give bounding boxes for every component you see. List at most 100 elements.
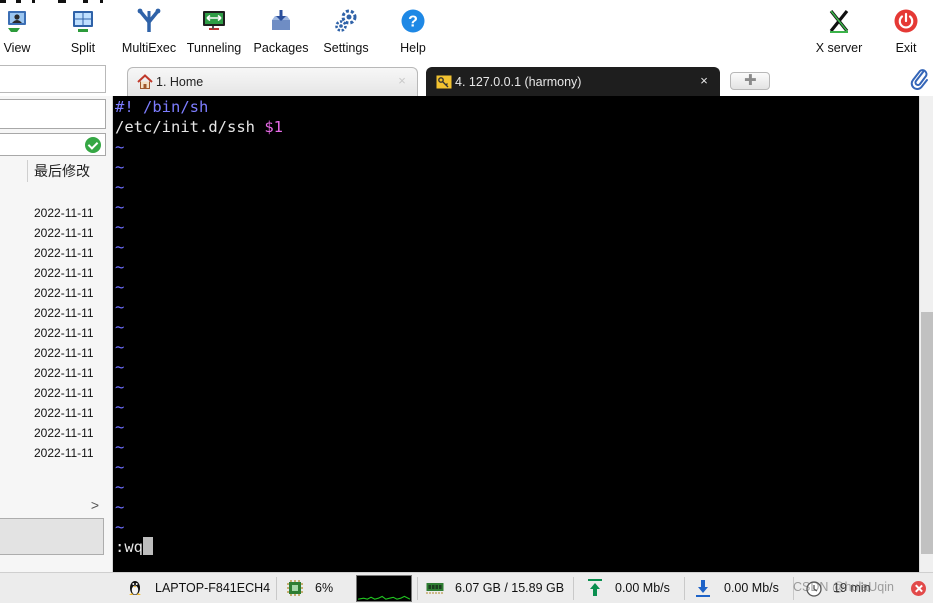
terminal-command-line[interactable]: :wq [115, 537, 153, 557]
linux-tux-icon [129, 581, 141, 595]
tilde-line: ~ [115, 178, 125, 196]
file-date-row[interactable]: 2022-11-11 [34, 343, 94, 363]
tab-home-label: 1. Home [156, 75, 204, 89]
status-separator [276, 577, 277, 600]
main-toolbar: View Split MultiExec Tunneling Packages … [0, 0, 933, 64]
tilde-line: ~ [115, 238, 125, 256]
file-date-row[interactable]: 2022-11-11 [34, 363, 94, 383]
memory-ram-icon [426, 583, 444, 594]
terminal-line-command: /etc/init.d/ssh $1 [115, 117, 283, 137]
packages-label: Packages [253, 41, 309, 55]
help-button[interactable]: ? Help [394, 8, 432, 60]
tab-home[interactable]: 1. Home × [127, 67, 418, 96]
shebang-text: #! /bin/sh [115, 98, 209, 116]
gears-icon [335, 9, 357, 32]
cpu-usage-graph [356, 575, 412, 602]
tilde-line: ~ [115, 358, 125, 376]
sftp-path-field[interactable] [0, 99, 106, 129]
column-divider [27, 160, 28, 182]
status-bar: LAPTOP-F841ECH4 6% 6.07 GB / 15.89 GB 0.… [0, 572, 933, 603]
tunneling-icon [203, 11, 225, 30]
x-server-icon [829, 10, 849, 33]
split-icon [73, 11, 93, 32]
tilde-line: ~ [115, 318, 125, 336]
tilde-line: ~ [115, 418, 125, 436]
new-tab-button[interactable]: ✚ [730, 72, 770, 90]
sidebar-action-button[interactable] [0, 518, 104, 555]
exit-button[interactable]: Exit [889, 8, 923, 60]
scroll-right-icon[interactable]: > [91, 497, 99, 513]
tilde-line: ~ [115, 158, 125, 176]
hostname-text: LAPTOP-F841ECH4 [155, 581, 271, 595]
file-date-row[interactable]: 2022-11-11 [34, 263, 94, 283]
file-date-row[interactable]: 2022-11-11 [34, 383, 94, 403]
tilde-line: ~ [115, 198, 125, 216]
tilde-line: ~ [115, 298, 125, 316]
view-label: View [3, 41, 31, 55]
x-server-label: X server [815, 41, 863, 55]
title-remnant [0, 0, 110, 4]
file-date-row[interactable]: 2022-11-11 [34, 423, 94, 443]
multiexec-button[interactable]: MultiExec [120, 8, 178, 60]
file-date-row[interactable]: 2022-11-11 [34, 303, 94, 323]
view-icon [8, 11, 26, 32]
x-server-button[interactable]: X server [810, 8, 868, 60]
horizontal-scrollbar[interactable]: > [0, 497, 105, 517]
download-rate-text: 0.00 Mb/s [724, 581, 779, 595]
scrollbar-thumb[interactable] [921, 312, 933, 554]
tilde-line: ~ [115, 338, 125, 356]
help-label: Help [400, 41, 426, 55]
file-date-row[interactable]: 2022-11-11 [34, 283, 94, 303]
tunneling-label: Tunneling [186, 41, 242, 55]
check-icon[interactable] [85, 137, 101, 153]
svg-text:?: ? [408, 14, 418, 31]
terminal-view[interactable]: #! /bin/sh /etc/init.d/ssh $1 ~ ~ ~ ~ ~ ~ ~ ~ ~ ~… [113, 96, 919, 572]
file-date-row[interactable]: 2022-11-11 [34, 403, 94, 423]
file-date-row[interactable]: 2022-11-11 [34, 203, 94, 223]
settings-button[interactable]: Settings [318, 8, 374, 60]
multiexec-fork-icon [137, 8, 161, 32]
download-arrow-icon [696, 580, 710, 597]
column-header-last-modified[interactable]: 最后修改 [34, 161, 90, 181]
text-cursor [143, 537, 153, 555]
exit-label: Exit [895, 41, 917, 55]
tab-ssh-close-icon[interactable]: × [697, 73, 711, 88]
plus-icon: ✚ [744, 72, 757, 89]
tilde-line: ~ [115, 278, 125, 296]
tilde-line: ~ [115, 458, 125, 476]
split-button[interactable]: Split [62, 8, 104, 60]
tilde-line: ~ [115, 218, 125, 236]
packages-download-icon [272, 10, 290, 30]
tilde-line: ~ [115, 138, 125, 156]
terminal-line-shebang: #! /bin/sh [115, 97, 208, 117]
vim-command-text: :wq [115, 538, 143, 556]
file-date-row[interactable]: 2022-11-11 [34, 243, 94, 263]
packages-button[interactable]: Packages [252, 8, 310, 60]
tilde-line: ~ [115, 478, 125, 496]
file-date-list: 2022-11-11 2022-11-11 2022-11-11 2022-11-11… [34, 203, 94, 463]
tab-home-close-icon[interactable]: × [395, 73, 409, 88]
tilde-line: ~ [115, 398, 125, 416]
memory-usage-text: 6.07 GB / 15.89 GB [455, 581, 565, 595]
status-separator [684, 577, 685, 600]
upload-arrow-icon [588, 579, 602, 596]
tilde-line: ~ [115, 518, 125, 536]
file-date-row[interactable]: 2022-11-11 [34, 323, 94, 343]
tab-ssh-session[interactable]: 4. 127.0.0.1 (harmony) × [426, 67, 720, 96]
terminal-vertical-scrollbar[interactable] [919, 96, 933, 572]
upload-rate-text: 0.00 Mb/s [615, 581, 670, 595]
file-date-row[interactable]: 2022-11-11 [34, 443, 94, 463]
ssh-key-icon [436, 75, 452, 89]
power-icon [894, 9, 918, 33]
paperclip-icon[interactable] [910, 68, 930, 90]
close-session-icon[interactable] [911, 581, 926, 596]
tunneling-button[interactable]: Tunneling [185, 8, 243, 60]
argument-text: $1 [264, 118, 283, 136]
tilde-line: ~ [115, 378, 125, 396]
tilde-line: ~ [115, 438, 125, 456]
quick-connect-field[interactable] [0, 65, 106, 93]
file-date-row[interactable]: 2022-11-11 [34, 223, 94, 243]
home-icon [137, 74, 153, 89]
multiexec-label: MultiExec [121, 41, 177, 55]
view-button[interactable]: View [0, 8, 34, 60]
